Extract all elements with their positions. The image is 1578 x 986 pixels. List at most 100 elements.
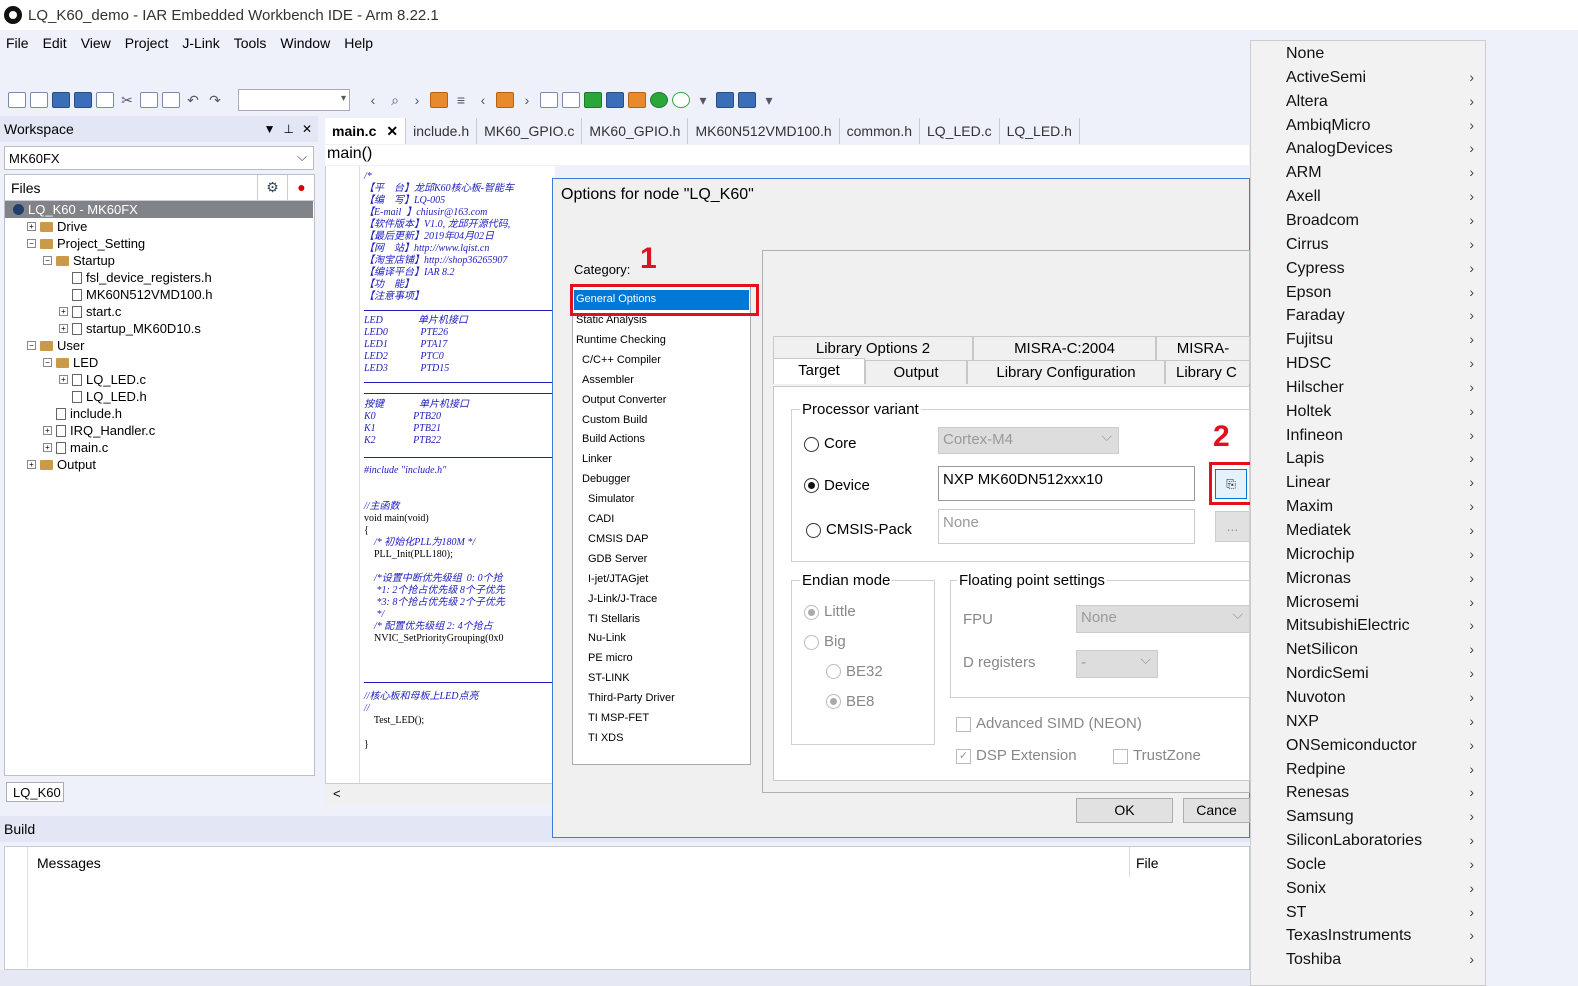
category-item[interactable]: Custom Build xyxy=(582,414,647,426)
vendor-menu-item[interactable]: Micronas › xyxy=(1286,570,1476,592)
vendor-menu-item[interactable]: MitsubishiElectric › xyxy=(1286,617,1476,639)
toolbar-overflow2-icon[interactable]: ▾ xyxy=(760,92,778,108)
tab-lq-led-c[interactable]: LQ_LED.c xyxy=(920,118,1000,144)
close-tab-icon[interactable]: ✕ xyxy=(386,123,398,144)
expand-toggle-icon[interactable]: − xyxy=(43,256,52,265)
replace-icon[interactable] xyxy=(430,92,448,108)
menu-help[interactable]: Help xyxy=(344,35,373,51)
vendor-menu-item[interactable]: TexasInstruments › xyxy=(1286,927,1476,949)
vendor-menu-item[interactable]: Lapis › xyxy=(1286,450,1476,472)
next-bookmark-icon[interactable] xyxy=(562,92,580,108)
expand-toggle-icon[interactable]: + xyxy=(59,375,68,384)
next-icon[interactable]: › xyxy=(518,92,536,108)
vendor-menu-item[interactable]: Samsung › xyxy=(1286,808,1476,830)
vendor-menu-item[interactable]: Redpine › xyxy=(1286,761,1476,783)
vendor-menu-item[interactable]: Nuvoton › xyxy=(1286,689,1476,711)
tab-lq-led-h[interactable]: LQ_LED.h xyxy=(999,118,1080,144)
vendor-menu-item[interactable]: Maxim › xyxy=(1286,498,1476,520)
category-item[interactable]: CMSIS DAP xyxy=(588,533,649,545)
tab-library-options-2[interactable]: Library Options 2 xyxy=(773,336,973,360)
tab-include-h[interactable]: include.h xyxy=(406,118,478,144)
tree-node[interactable]: + start.c xyxy=(59,303,121,320)
category-item[interactable]: CADI xyxy=(588,513,614,525)
expand-toggle-icon[interactable]: + xyxy=(59,324,68,333)
find-combo[interactable] xyxy=(238,89,350,111)
messages-column[interactable]: Messages xyxy=(37,855,101,871)
ok-button[interactable]: OK xyxy=(1076,798,1173,823)
vendor-menu-item[interactable]: HDSC › xyxy=(1286,355,1476,377)
category-item[interactable]: ST-LINK xyxy=(588,672,630,684)
vendor-menu-item[interactable]: Cirrus › xyxy=(1286,236,1476,258)
category-item[interactable]: Output Converter xyxy=(582,394,666,406)
category-item[interactable]: Simulator xyxy=(588,493,634,505)
vendor-menu-item[interactable]: Faraday › xyxy=(1286,307,1476,329)
tools-icon[interactable] xyxy=(716,92,734,108)
close-icon[interactable]: ✕ xyxy=(302,122,312,136)
category-item[interactable]: Assembler xyxy=(582,374,634,386)
tab-common-h[interactable]: common.h xyxy=(839,118,920,144)
tree-node[interactable]: + IRQ_Handler.c xyxy=(43,422,155,439)
vendor-menu-item[interactable]: Socle › xyxy=(1286,856,1476,878)
tab-mk60n512-h[interactable]: MK60N512VMD100.h xyxy=(688,118,840,144)
category-item[interactable]: GDB Server xyxy=(588,553,647,565)
tree-node[interactable]: − Project_Setting xyxy=(27,235,145,252)
vendor-menu-item[interactable]: ST › xyxy=(1286,904,1476,926)
debug-without-download-icon[interactable] xyxy=(672,92,690,108)
vendor-menu-item[interactable]: Altera › xyxy=(1286,93,1476,115)
find-icon[interactable]: ⌕ xyxy=(386,92,404,108)
cancel-button[interactable]: Cance xyxy=(1183,798,1250,823)
menu-jlink[interactable]: J-Link xyxy=(182,35,219,51)
tree-node[interactable]: + main.c xyxy=(43,439,108,456)
device-radio[interactable] xyxy=(804,478,819,493)
tree-node[interactable]: + Output xyxy=(27,456,96,473)
category-item[interactable]: TI MSP-FET xyxy=(588,712,649,724)
tree-node[interactable]: − User xyxy=(27,337,84,354)
vendor-menu-item[interactable]: ONSemiconductor › xyxy=(1286,737,1476,759)
category-item[interactable]: C/C++ Compiler xyxy=(582,354,661,366)
category-item[interactable]: Build Actions xyxy=(582,433,645,445)
make-icon[interactable] xyxy=(606,92,624,108)
menu-edit[interactable]: Edit xyxy=(43,35,67,51)
pin-icon[interactable]: ⊥ xyxy=(283,122,293,136)
print-icon[interactable] xyxy=(96,92,114,108)
tab-mk60-gpio-h[interactable]: MK60_GPIO.h xyxy=(582,118,689,144)
tree-node[interactable]: fsl_device_registers.h xyxy=(59,269,212,286)
tab-misra[interactable]: MISRA- xyxy=(1156,336,1250,360)
tree-node[interactable]: LQ_K60 - MK60FX xyxy=(5,201,313,218)
dropdown-icon[interactable]: ▼ xyxy=(264,122,276,136)
category-item[interactable]: J-Link/J-Trace xyxy=(588,593,657,605)
vendor-menu-item[interactable]: ActiveSemi › xyxy=(1286,69,1476,91)
menu-view[interactable]: View xyxy=(81,35,111,51)
new-file-icon[interactable] xyxy=(8,92,26,108)
paste-icon[interactable] xyxy=(162,92,180,108)
prev-bookmark-icon[interactable] xyxy=(540,92,558,108)
tab-output[interactable]: Output xyxy=(865,360,967,384)
vendor-menu-item[interactable]: Epson › xyxy=(1286,284,1476,306)
toolbar-overflow-icon[interactable]: ▾ xyxy=(694,92,712,108)
vendor-menu-item[interactable]: Hilscher › xyxy=(1286,379,1476,401)
tab-mk60-gpio-c[interactable]: MK60_GPIO.c xyxy=(477,118,583,144)
save-icon[interactable] xyxy=(52,92,70,108)
vendor-menu-item[interactable]: AmbiqMicro › xyxy=(1286,117,1476,139)
device-field[interactable]: NXP MK60DN512xxx10 xyxy=(938,466,1195,501)
vendor-menu-item[interactable]: Infineon › xyxy=(1286,427,1476,449)
vendor-menu-item[interactable]: Linear › xyxy=(1286,474,1476,496)
tab-target[interactable]: Target xyxy=(773,358,865,384)
vendor-menu-item[interactable]: Sonix › xyxy=(1286,880,1476,902)
copy-icon[interactable] xyxy=(140,92,158,108)
vendor-menu-item[interactable]: NXP › xyxy=(1286,713,1476,735)
goto-icon[interactable]: ≡ xyxy=(452,92,470,108)
redo-icon[interactable]: ↷ xyxy=(206,92,224,108)
vendor-menu-item[interactable]: ARM › xyxy=(1286,164,1476,186)
category-item[interactable]: Runtime Checking xyxy=(576,334,666,346)
cut-icon[interactable]: ✂ xyxy=(118,92,136,108)
save-all-icon[interactable] xyxy=(74,92,92,108)
expand-toggle-icon[interactable]: − xyxy=(27,239,36,248)
expand-toggle-icon[interactable]: + xyxy=(59,307,68,316)
category-item[interactable]: Debugger xyxy=(582,473,630,485)
gear-icon[interactable]: ⚙ xyxy=(257,175,287,201)
vendor-menu-item[interactable]: Holtek › xyxy=(1286,403,1476,425)
category-item[interactable]: Linker xyxy=(582,453,612,465)
category-item[interactable]: Third-Party Driver xyxy=(588,692,675,704)
tree-node[interactable]: + Drive xyxy=(27,218,87,235)
